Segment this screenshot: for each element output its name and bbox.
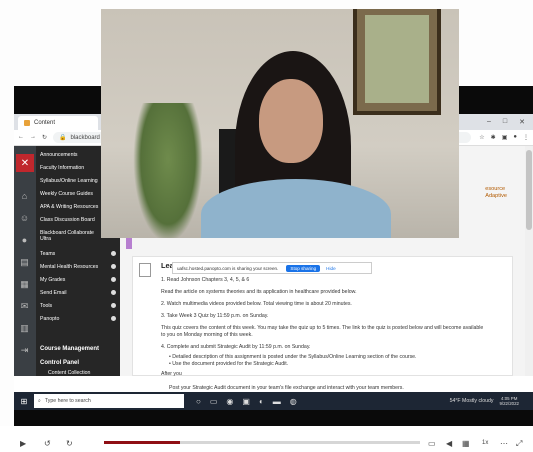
scrollbar-thumb[interactable] [526,150,532,230]
content-line: 4. Complete and submit Strategic Audit b… [161,344,311,350]
plant-image [133,103,203,238]
content-line: Post your Strategic Audit document in yo… [169,385,404,391]
menu-dot [111,316,116,321]
resource-note-line: esource [485,186,506,192]
person-icon[interactable]: ☺ [19,214,30,223]
tab-title: Content [34,120,56,126]
favicon-icon [24,120,30,126]
globe-icon[interactable]: ● [19,236,30,245]
resource-note: esource Adaptive [485,186,507,200]
taskbar-apps: ○ ▭ ◉ ▣ ◐ ▬ ◍ [196,397,297,406]
widgets-icon[interactable]: ▭ [210,397,218,406]
presenter-shirt-image [201,179,391,238]
windows-start-icon[interactable]: ⊞ [14,397,34,406]
back-icon[interactable]: ← [18,134,24,141]
menu-dot [111,277,116,282]
signout-icon[interactable]: ⇥ [19,346,30,355]
play-icon[interactable]: ▶ [20,439,26,448]
profile-icon[interactable]: ● [513,134,517,141]
hide-button[interactable]: Hide [326,266,335,271]
wall-frame-image [353,9,441,115]
menu-item-teams[interactable]: Teams [40,251,120,257]
clock-date: 9/22/2022 [499,401,519,406]
content-line: 3. Take Week 3 Quiz by 11:59 p.m. on Sun… [161,313,269,319]
screen-share-bar: uafsc.hosted.panopto.com is sharing your… [172,262,372,274]
tab-content[interactable]: Content [18,116,98,130]
menu-dot [111,303,116,308]
menu-dot [111,251,116,256]
url-text: blackboard [70,134,100,141]
content-line: After you [161,371,182,377]
menu-dot [111,290,116,295]
control-panel-heading[interactable]: Control Panel [40,360,120,366]
scrollbar[interactable] [525,146,533,376]
more-icon[interactable]: ⋯ [500,439,508,448]
presenter-face-image [259,79,323,163]
messages-icon[interactable]: ✉ [19,302,30,311]
close-window-button[interactable]: ✕ [519,118,525,126]
lock-icon: 🔒 [59,135,67,141]
left-rail: ✕ ⌂ ☺ ● ▤ ▦ ✉ ▥ ⇥ [14,146,36,376]
outlook-icon[interactable]: ▣ [242,397,250,406]
clock[interactable]: 4:05 PM 9/22/2022 [499,396,519,406]
search-icon: ⌕ [38,397,41,404]
reload-icon[interactable]: ↻ [42,134,47,141]
menu-item-send-email[interactable]: Send Email [40,290,120,296]
search-placeholder: Type here to search [44,398,91,404]
rewind-icon[interactable]: ↺ [44,439,51,448]
sidebar-icon[interactable]: ▣ [502,134,508,141]
resource-note-line: Adaptive [485,193,507,199]
institution-icon[interactable]: ⌂ [19,192,30,201]
menu-item-tools[interactable]: Tools [40,303,120,309]
stop-sharing-button[interactable]: Stop sharing [286,264,321,272]
forward-icon[interactable]: → [30,134,36,141]
weather-widget[interactable]: 54°F Mostly cloudy [450,398,494,404]
calendar-icon[interactable]: ▥ [19,324,30,333]
edge-icon[interactable]: ◐ [259,397,264,406]
layout-icon[interactable]: ▦ [462,439,470,448]
webcam-overlay [101,9,459,238]
course-management-heading[interactable]: Course Management [40,346,120,352]
content-line: 1. Read Johnson Chapters 3, 4, 5, & 6 [161,277,250,283]
menu-item-my-grades[interactable]: My Grades [40,277,120,283]
extensions-icon[interactable]: ✱ [491,134,496,141]
star-icon[interactable]: ☆ [479,134,484,141]
progress-fill [104,441,180,444]
courses-icon[interactable]: ▤ [19,258,30,267]
taskbar: ⊞ ⌕ Type here to search ○ ▭ ◉ ▣ ◐ ▬ ◍ 54… [14,392,533,410]
fullscreen-icon[interactable]: ⤢ [516,439,522,449]
chrome-icon[interactable]: ◉ [226,397,233,406]
share-text: uafsc.hosted.panopto.com is sharing your… [177,265,279,271]
content-line: Read the article on systems theories and… [161,289,357,295]
progress-track[interactable] [104,441,420,444]
volume-icon[interactable]: ◀ [446,439,452,448]
menu-icon[interactable]: ⋮ [523,134,529,141]
week3-card: Learning Activities for Week 3 1. Read J… [132,256,513,391]
taskbar-search[interactable]: ⌕ Type here to search [34,394,184,408]
video-player-bar: ▶ ↺ ↻ ▭ ◀ ▦ 1x ⋯ ⤢ [0,426,533,452]
document-icon [139,263,151,277]
forward-skip-icon[interactable]: ↻ [66,439,73,448]
content-line: • Detailed description of this assignmen… [169,354,417,360]
file-explorer-icon[interactable]: ▬ [273,397,281,406]
content-line: • Use the document provided for the Stra… [169,361,289,367]
content-line: This quiz covers the content of this wee… [161,325,484,331]
content-collection-link[interactable]: Content Collection [48,370,128,376]
window-controls: – □ ✕ [487,118,525,126]
minimize-button[interactable]: – [487,118,491,126]
menu-item-collaborate[interactable]: Blackboard Collaborate Ultra [40,230,104,242]
speed-label[interactable]: 1x [482,440,488,446]
captions-icon[interactable]: ▭ [428,439,436,448]
close-icon[interactable]: ✕ [16,154,34,172]
maximize-button[interactable]: □ [503,118,507,126]
menu-item-panopto[interactable]: Panopto [40,316,120,322]
menu-item-mental-health[interactable]: Mental Health Resources [40,264,120,270]
grades-icon[interactable]: ▦ [19,280,30,289]
content-line: to you on Monday morning of this week. [161,332,253,338]
menu-dot [111,264,116,269]
panopto-icon[interactable]: ◍ [290,397,297,406]
content-line: 2. Watch multimedia videos provided belo… [161,301,352,307]
task-view-icon[interactable]: ○ [196,397,201,406]
